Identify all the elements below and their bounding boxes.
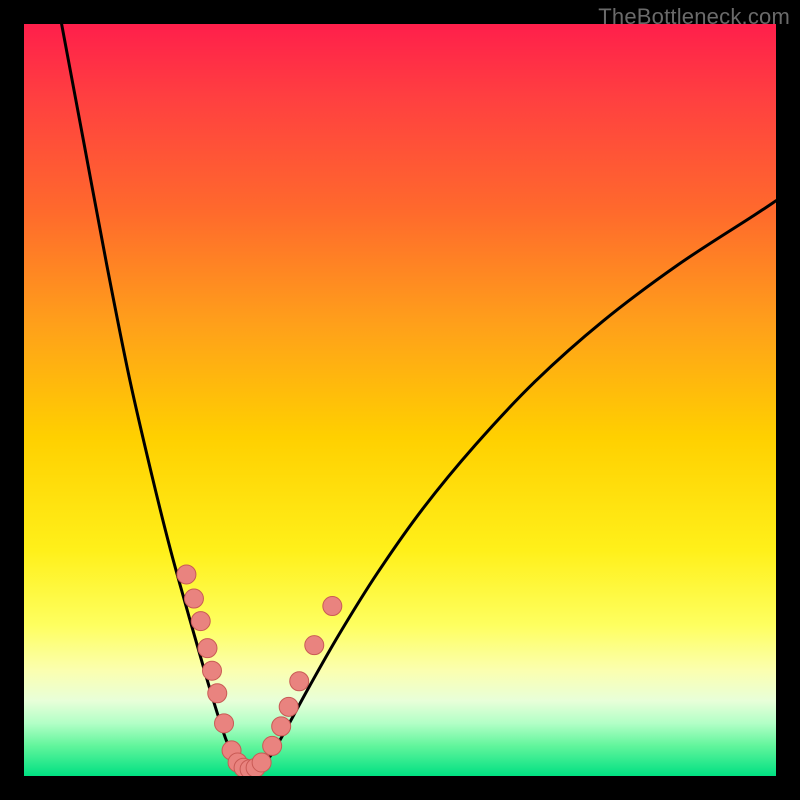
bottleneck-curve bbox=[62, 24, 776, 772]
highlight-dot bbox=[177, 565, 196, 584]
highlight-dot bbox=[279, 697, 298, 716]
chart-svg bbox=[24, 24, 776, 776]
watermark-label: TheBottleneck.com bbox=[598, 4, 790, 30]
highlight-dot bbox=[203, 661, 222, 680]
plot-area bbox=[24, 24, 776, 776]
outer-frame: TheBottleneck.com bbox=[0, 0, 800, 800]
highlight-dot bbox=[191, 612, 210, 631]
highlight-dot bbox=[198, 639, 217, 658]
highlight-dot bbox=[215, 714, 234, 733]
highlight-dot bbox=[290, 672, 309, 691]
highlight-dot bbox=[272, 717, 291, 736]
curve-layer bbox=[62, 24, 776, 772]
highlight-dot bbox=[252, 753, 271, 772]
highlight-dot bbox=[305, 636, 324, 655]
highlight-dot bbox=[263, 736, 282, 755]
highlight-dot bbox=[208, 684, 227, 703]
highlight-dot bbox=[184, 589, 203, 608]
highlight-dot bbox=[323, 597, 342, 616]
